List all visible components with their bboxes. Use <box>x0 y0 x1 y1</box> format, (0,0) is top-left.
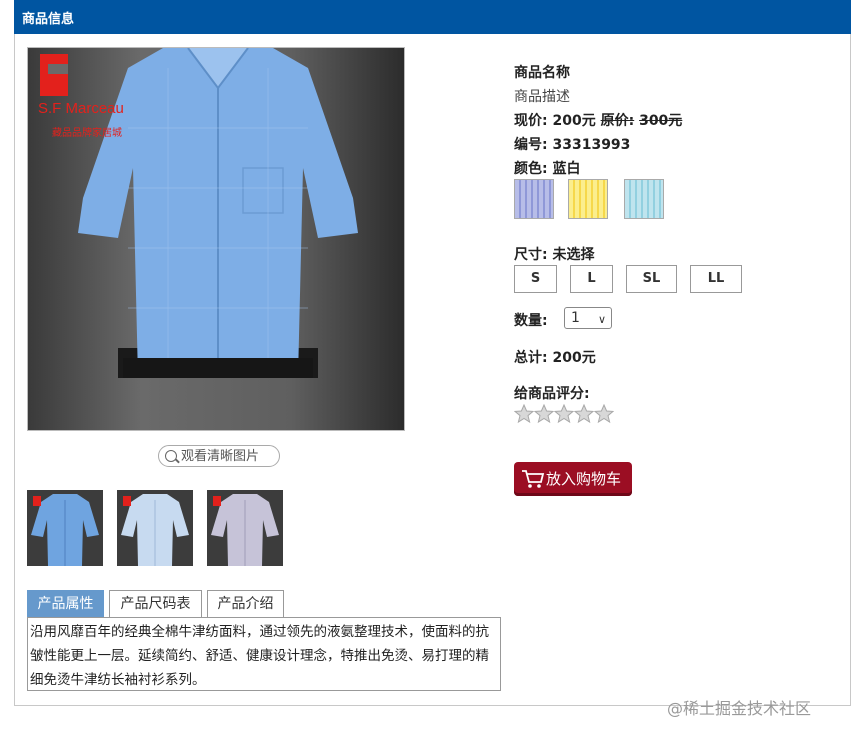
rating-label: 给商品评分: <box>514 386 590 402</box>
color-label: 颜色: <box>514 161 548 177</box>
thumbnail-shirt-lavender[interactable] <box>207 490 283 566</box>
page-title: 商品信息 <box>22 12 75 27</box>
thumbnail-shirt-blue[interactable] <box>27 490 103 566</box>
view-clear-image-button[interactable]: 观看清晰图片 <box>158 445 280 467</box>
add-to-cart-label: 放入购物车 <box>546 470 622 488</box>
rating-star-icon[interactable] <box>594 404 614 424</box>
current-price-label: 现价: <box>514 113 548 129</box>
total-row: 总计: 200元 <box>514 347 596 367</box>
swatch-yellow-stripe[interactable] <box>568 179 608 219</box>
magnifier-icon <box>165 450 177 462</box>
size-row: 尺寸: 未选择 <box>514 244 594 264</box>
brand-logo-text: S.F Marceau <box>38 100 124 117</box>
original-price-label: 原价: <box>600 113 635 129</box>
size-value: 未选择 <box>552 247 595 263</box>
size-button-s[interactable]: S <box>514 265 557 293</box>
price-row: 现价: 200元 原价: 300元 <box>514 110 682 130</box>
swatch-cyan-stripe[interactable] <box>624 179 664 219</box>
tab-size-chart[interactable]: 产品尺码表 <box>109 590 202 617</box>
brand-logo: S.F Marceau 藏品品牌家居城 <box>38 54 158 144</box>
product-description: 商品描述 <box>514 89 570 105</box>
brand-logo-mark <box>40 54 68 96</box>
size-label: 尺寸: <box>514 247 548 263</box>
current-price: 200元 <box>552 113 596 129</box>
color-value: 蓝白 <box>552 161 581 177</box>
rating-star-icon[interactable] <box>514 404 534 424</box>
size-button-l[interactable]: L <box>570 265 613 293</box>
swatch-blue-stripe[interactable] <box>514 179 554 219</box>
quantity-value: 1 <box>571 310 580 326</box>
tab-product-attributes[interactable]: 产品属性 <box>27 590 104 617</box>
watermark: @稀土掘金技术社区 <box>667 699 812 718</box>
brand-logo-subtext: 藏品品牌家居城 <box>52 128 122 139</box>
product-name: 商品名称 <box>514 65 570 81</box>
add-to-cart-button[interactable]: 放入购物车 <box>514 462 632 496</box>
tab-content-description: 沿用风靡百年的经典全棉牛津纺面料，通过领先的液氨整理技术，使面料的抗皱性能更上一… <box>27 617 501 691</box>
original-price: 300元 <box>639 113 683 129</box>
rating-star-icon[interactable] <box>574 404 594 424</box>
sku-label: 编号: <box>514 137 548 153</box>
rating-star-icon[interactable] <box>534 404 554 424</box>
rating-star-icon[interactable] <box>554 404 574 424</box>
main-product-image[interactable]: S.F Marceau 藏品品牌家居城 <box>27 47 405 431</box>
cart-icon <box>522 470 545 488</box>
view-clear-image-label: 观看清晰图片 <box>181 449 260 464</box>
sku-row: 编号: 33313993 <box>514 134 630 154</box>
size-button-ll[interactable]: LL <box>690 265 742 293</box>
chevron-down-icon: ∨ <box>597 313 606 326</box>
tab-product-intro[interactable]: 产品介绍 <box>207 590 284 617</box>
header-bar: 商品信息 <box>14 0 851 34</box>
quantity-label: 数量: <box>514 313 548 329</box>
quantity-select[interactable]: 1 ∨ <box>564 307 612 329</box>
total-label: 总计: <box>514 350 548 366</box>
color-row: 颜色: 蓝白 <box>514 158 580 178</box>
sku-value: 33313993 <box>552 137 631 153</box>
total-value: 200元 <box>552 350 596 366</box>
thumbnail-shirt-lightblue[interactable] <box>117 490 193 566</box>
size-button-sl[interactable]: SL <box>626 265 677 293</box>
